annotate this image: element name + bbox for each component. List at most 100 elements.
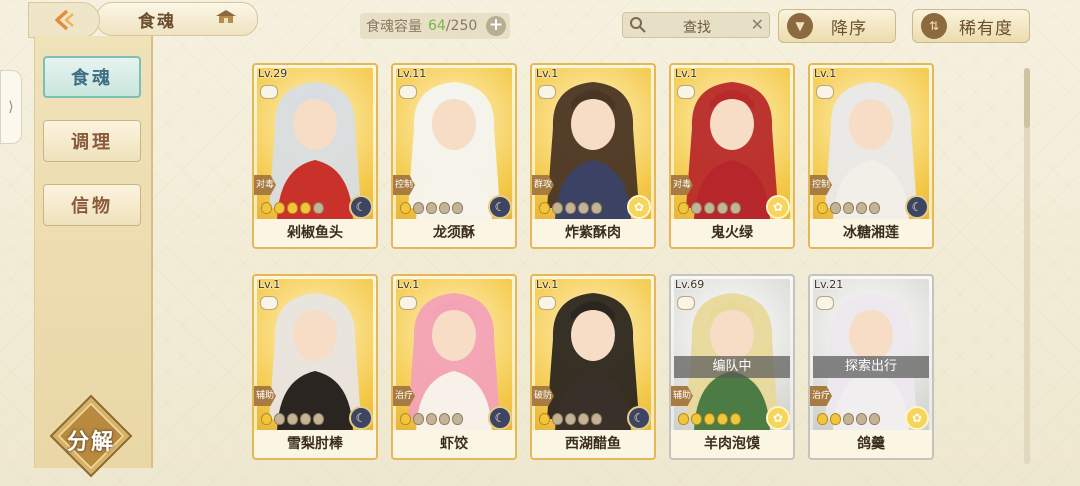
rarity-star-icon [591,202,602,214]
rarity-star-icon [565,413,576,425]
rarity-star-icon [413,202,424,214]
rarity-star-icon [261,413,272,425]
rarity-star-icon [400,413,411,425]
tab-tokens[interactable]: 信物 [43,184,141,226]
scrollbar-thumb[interactable] [1024,68,1030,128]
moon-icon: ☾ [488,406,512,430]
character-name: 虾饺 [393,430,515,458]
rarity-stars [261,413,324,425]
rarity-star-icon [691,413,702,425]
add-capacity-button[interactable]: + [486,16,506,36]
capacity-label: 食魂容量 [366,19,422,35]
tab-label: 调理 [71,132,113,153]
rarity-star-icon [578,202,589,214]
rarity-stars [400,413,463,425]
pavilion-icon [216,10,236,23]
gift-icon [260,296,278,310]
scrollbar[interactable] [1024,68,1030,464]
rarity-star-icon [869,413,880,425]
back-button[interactable] [28,2,100,38]
level-label: Lv.1 [536,278,559,291]
rarity-star-icon [539,202,550,214]
gift-icon [816,296,834,310]
food-soul-card[interactable]: Lv.1 辅助 ☾ 雪梨肘棒 [252,274,378,460]
sun-icon: ✿ [627,195,651,219]
search-field[interactable]: 查找 ✕ [622,12,770,38]
rarity-star-icon [274,413,285,425]
character-name: 剁椒鱼头 [254,219,376,247]
rarity-stars [261,202,324,214]
status-banner: 探索出行 [813,356,929,378]
rarity-star-icon [856,413,867,425]
sort-by-label: 稀有度 [959,18,1013,39]
tab-conditioning[interactable]: 调理 [43,120,141,162]
moon-icon: ☾ [349,406,373,430]
rarity-star-icon [287,202,298,214]
gift-icon [816,85,834,99]
level-label: Lv.1 [814,67,837,80]
food-soul-card[interactable]: Lv.69 辅助 ✿ 编队中 羊肉泡馍 [669,274,795,460]
capacity-max: /250 [445,18,478,34]
food-soul-card[interactable]: Lv.29 对毒 ☾ 剁椒鱼头 [252,63,378,249]
capacity-current: 64 [428,18,446,34]
level-label: Lv.29 [258,67,288,80]
character-name: 羊肉泡馍 [671,430,793,458]
gift-icon [399,85,417,99]
rarity-star-icon [717,202,728,214]
rarity-star-icon [413,413,424,425]
triangle-down-icon: ▼ [787,13,813,39]
gift-icon [399,296,417,310]
back-arrow-icon [55,9,74,31]
rarity-star-icon [452,413,463,425]
rarity-star-icon [730,413,741,425]
character-name: 雪梨肘棒 [254,430,376,458]
rarity-stars [817,202,880,214]
sidebar: 食魂 调理 信物 分解 [34,36,153,478]
gift-icon [677,85,695,99]
rarity-star-icon [843,202,854,214]
moon-icon: ☾ [349,195,373,219]
tab-label: 信物 [71,196,113,217]
rarity-star-icon [452,202,463,214]
sun-icon: ✿ [766,406,790,430]
level-label: Lv.11 [397,67,427,80]
rarity-star-icon [439,413,450,425]
rarity-star-icon [830,413,841,425]
food-soul-card[interactable]: Lv.1 控制 ☾ 冰糖湘莲 [808,63,934,249]
moon-icon: ☾ [905,195,929,219]
chevron-right-icon: ⟩ [8,99,14,115]
food-soul-card[interactable]: Lv.1 对毒 ✿ 鬼火绿 [669,63,795,249]
moon-icon: ☾ [627,406,651,430]
expand-handle[interactable]: ⟩ [0,70,22,144]
level-label: Lv.1 [536,67,559,80]
clear-search-icon[interactable]: ✕ [751,15,764,34]
moon-icon: ☾ [488,195,512,219]
level-label: Lv.1 [397,278,420,291]
rarity-stars [678,413,741,425]
rarity-star-icon [565,202,576,214]
rarity-star-icon [678,202,689,214]
food-soul-card[interactable]: Lv.11 控制 ☾ 龙须酥 [391,63,517,249]
rarity-star-icon [817,202,828,214]
capacity-display: 食魂容量 64 /250 + [360,13,510,39]
rarity-star-icon [313,202,324,214]
sort-order-label: 降序 [831,18,867,39]
rarity-star-icon [691,202,702,214]
food-soul-card[interactable]: Lv.1 治疗 ☾ 虾饺 [391,274,517,460]
rarity-star-icon [869,202,880,214]
status-banner: 编队中 [674,356,790,378]
food-soul-card[interactable]: Lv.21 治疗 ✿ 探索出行 鸽羹 [808,274,934,460]
decompose-button[interactable]: 分解 [49,394,133,478]
food-soul-card[interactable]: Lv.1 破防 ☾ 西湖醋鱼 [530,274,656,460]
sort-by-button[interactable]: ⇅ 稀有度 [912,9,1030,43]
sort-order-button[interactable]: ▼ 降序 [778,9,896,43]
rarity-stars [678,202,741,214]
tab-food-souls[interactable]: 食魂 [43,56,141,98]
character-name: 炸紫酥肉 [532,219,654,247]
level-label: Lv.1 [258,278,281,291]
rarity-star-icon [578,413,589,425]
rarity-star-icon [704,202,715,214]
rarity-star-icon [856,202,867,214]
food-soul-card[interactable]: Lv.1 群攻 ✿ 炸紫酥肉 [530,63,656,249]
rarity-star-icon [426,413,437,425]
